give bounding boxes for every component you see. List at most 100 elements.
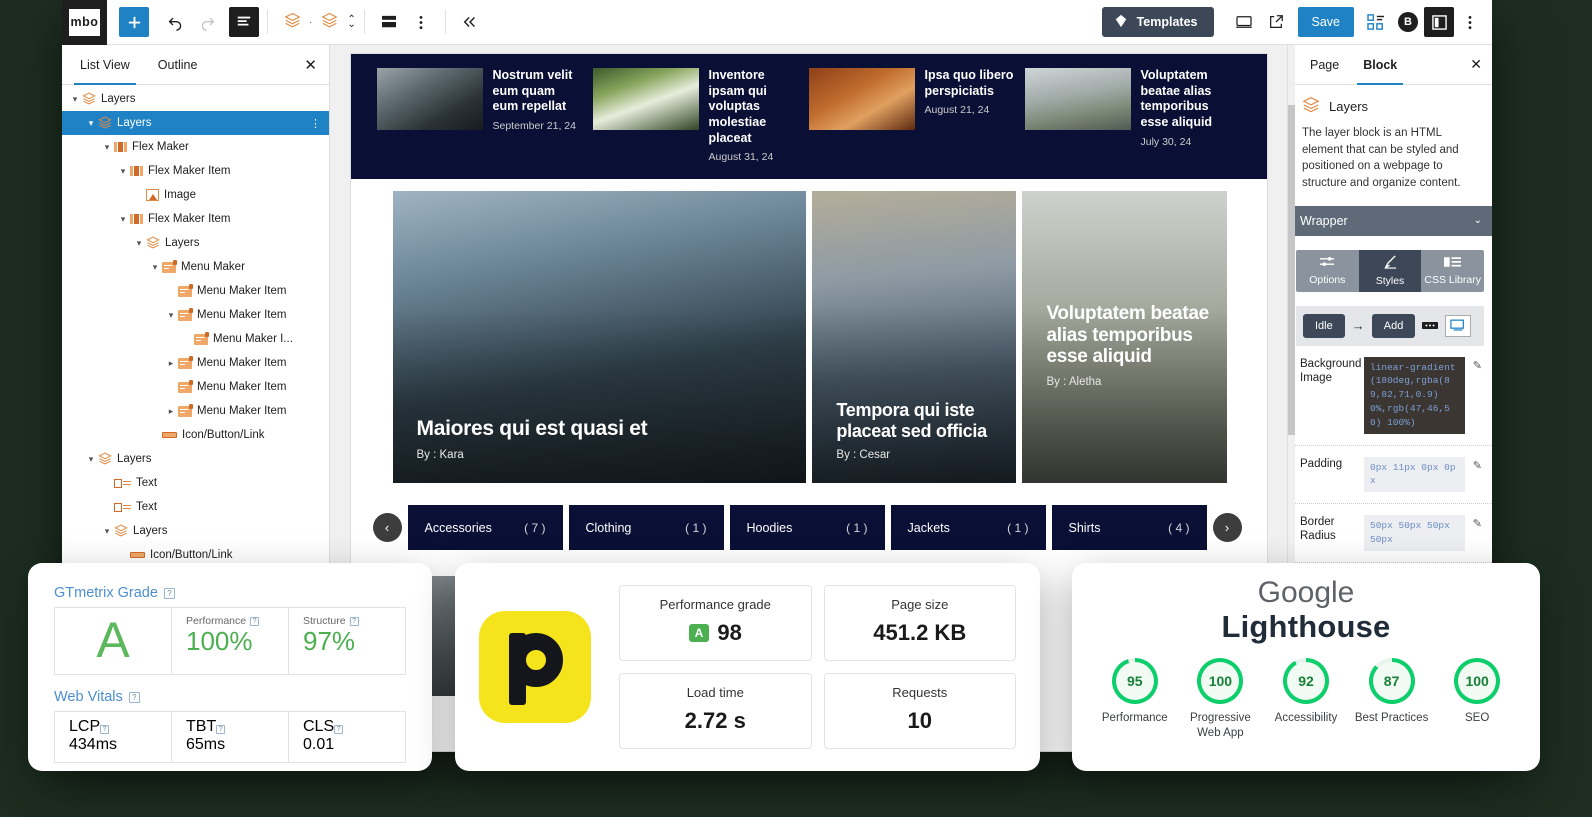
templates-button[interactable]: Templates [1102, 7, 1214, 37]
chevron-right-icon[interactable]: ▸ [164, 359, 178, 368]
layer-options-icon[interactable]: ⋮ [310, 117, 321, 130]
chevron-right-icon[interactable]: ▸ [164, 407, 178, 416]
tools-button[interactable] [229, 7, 259, 37]
panel-scrollbar-thumb[interactable] [1288, 105, 1295, 435]
style-property-value[interactable]: linear-gradient(180deg,rgba(89,82,71,0.9… [1364, 357, 1465, 434]
hero-card[interactable]: Tempora qui iste placeat sed officiaBy :… [812, 191, 1016, 483]
layer-tree-row[interactable]: ▾Flex Maker Item [62, 159, 329, 183]
hero-card[interactable]: Maiores qui est quasi etBy : Kara [393, 191, 807, 483]
segment-options[interactable]: Options [1296, 250, 1359, 292]
chevron-down-icon[interactable]: ▾ [164, 311, 178, 320]
button-icon [162, 432, 177, 438]
help-icon[interactable]: ? [100, 725, 109, 734]
category-pill[interactable]: Clothing( 1 ) [569, 505, 724, 550]
chevron-down-icon[interactable]: ▾ [68, 95, 82, 104]
redo-button[interactable] [191, 6, 223, 38]
layer-tree-row[interactable]: ▾Menu Maker Item [62, 279, 329, 303]
layer-tree-row[interactable]: ▾Text [62, 471, 329, 495]
layer-tree-row[interactable]: ▾Menu Maker [62, 255, 329, 279]
close-icon[interactable]: ✕ [1470, 56, 1482, 73]
site-logo[interactable]: mbo [62, 0, 107, 45]
post-item[interactable]: Ipsa quo libero perspiciatisAugust 21, 2… [809, 68, 1025, 163]
help-icon[interactable]: ? [250, 617, 259, 626]
post-item[interactable]: Nostrum velit eum quam eum repellatSepte… [377, 68, 593, 163]
editor-more-button[interactable] [1454, 6, 1486, 38]
chevron-down-icon[interactable]: ▾ [84, 455, 98, 464]
help-icon[interactable]: ? [129, 692, 140, 703]
lighthouse-card: Google Lighthouse 95Performance100Progre… [1072, 563, 1540, 771]
layer-tree-row[interactable]: ▾Image [62, 183, 329, 207]
post-item[interactable]: Inventore ipsam qui voluptas molestiae p… [593, 68, 809, 163]
close-icon[interactable]: ✕ [304, 56, 317, 74]
segment-css-library[interactable]: CSS Library [1421, 250, 1484, 292]
layer-tree-row[interactable]: ▾Layers [62, 519, 329, 543]
style-property-value[interactable]: 50px 50px 50px 50px [1364, 515, 1465, 551]
layer-tree-row[interactable]: ▾Layers⋮ [62, 111, 329, 135]
layer-tree-row[interactable]: ▾Text [62, 495, 329, 519]
layer-tree-row[interactable]: ▾Menu Maker Item [62, 303, 329, 327]
list-view-button[interactable] [373, 6, 405, 38]
layer-tree-row[interactable]: ▸Menu Maker Item [62, 399, 329, 423]
device-preview-icon[interactable] [1445, 315, 1471, 337]
pencil-icon[interactable]: ✎ [1473, 515, 1482, 530]
chevron-down-icon[interactable]: ▾ [100, 527, 114, 536]
layer-tree-row[interactable]: ▾Layers [62, 231, 329, 255]
layer-tree-row[interactable]: ▾Layers [62, 447, 329, 471]
grid-view-button[interactable] [1360, 6, 1392, 38]
layer-tree-row[interactable]: ▾Layers [62, 87, 329, 111]
save-button[interactable]: Save [1298, 7, 1355, 37]
preview-desktop-button[interactable] [1228, 6, 1260, 38]
collapse-panel-button[interactable] [454, 6, 486, 38]
web-vitals-cls-cell: CLS? 0.01 [288, 712, 405, 762]
state-from-button[interactable]: Idle [1303, 314, 1345, 338]
help-icon[interactable]: ? [164, 588, 175, 599]
help-icon[interactable]: ? [350, 617, 359, 626]
chevron-down-icon[interactable]: ▾ [148, 263, 162, 272]
layer-tree-row[interactable]: ▾Flex Maker Item [62, 207, 329, 231]
category-pill[interactable]: Hoodies( 1 ) [730, 505, 885, 550]
hero-title: Tempora qui iste placeat sed officia [836, 400, 1016, 441]
external-link-button[interactable] [1260, 6, 1292, 38]
chevron-down-icon[interactable]: ▾ [132, 239, 146, 248]
hero-card[interactable]: Voluptatem beatae alias temporibus esse … [1022, 191, 1226, 483]
tab-list-view[interactable]: List View [66, 45, 144, 85]
web-vitals-table: LCP? 434ms TBT? 65ms CLS? 0.01 [54, 711, 406, 763]
toggle-sidebar-button[interactable] [1424, 7, 1454, 37]
category-next-button[interactable]: › [1213, 513, 1242, 542]
gtmetrix-grade-value: A [96, 615, 129, 665]
segment-styles[interactable]: Styles [1359, 250, 1422, 292]
more-options-button[interactable] [405, 6, 437, 38]
tab-block[interactable]: Block [1351, 45, 1409, 85]
add-block-button[interactable] [119, 7, 149, 37]
chevron-down-icon[interactable]: ▾ [116, 215, 130, 224]
layer-tree-row[interactable]: ▾Icon/Button/Link [62, 423, 329, 447]
help-icon[interactable]: ? [216, 725, 225, 734]
pencil-icon[interactable]: ✎ [1473, 457, 1482, 472]
pencil-icon[interactable]: ✎ [1473, 357, 1482, 372]
wrapper-section-toggle[interactable]: Wrapper ⌄ [1288, 206, 1492, 236]
category-pill[interactable]: Shirts( 4 ) [1052, 505, 1207, 550]
layer-tree-row[interactable]: ▾Menu Maker I... [62, 327, 329, 351]
category-pill[interactable]: Accessories( 7 ) [408, 505, 563, 550]
layer-tree-row[interactable]: ▾Flex Maker [62, 135, 329, 159]
layers-alt-button[interactable] [313, 6, 345, 38]
layer-tree-row[interactable]: ▸Menu Maker Item [62, 351, 329, 375]
tab-page[interactable]: Page [1298, 45, 1351, 85]
category-pill[interactable]: Jackets( 1 ) [891, 505, 1046, 550]
layers-icon-button[interactable] [276, 6, 308, 38]
account-badge-button[interactable]: B [1392, 6, 1424, 38]
chevron-down-icon[interactable]: ▾ [100, 143, 114, 152]
post-item[interactable]: Voluptatem beatae alias temporibus esse … [1025, 68, 1241, 163]
tab-outline[interactable]: Outline [144, 45, 212, 85]
chevron-down-icon[interactable]: ▾ [84, 119, 98, 128]
state-to-button[interactable]: Add [1372, 314, 1416, 338]
layer-tree-row[interactable]: ▾Menu Maker Item [62, 375, 329, 399]
chevron-down-icon[interactable]: ▾ [116, 167, 130, 176]
help-icon[interactable]: ? [334, 725, 343, 734]
style-property-value[interactable]: 0px 11px 0px 0px [1364, 457, 1465, 493]
ellipsis-icon[interactable] [1422, 319, 1438, 333]
chevron-updown-icon[interactable]: ⌃⌄ [347, 17, 355, 28]
settings-segmented-control: Options Styles CSS Library [1296, 250, 1484, 292]
undo-button[interactable] [159, 6, 191, 38]
category-prev-button[interactable]: ‹ [373, 513, 402, 542]
